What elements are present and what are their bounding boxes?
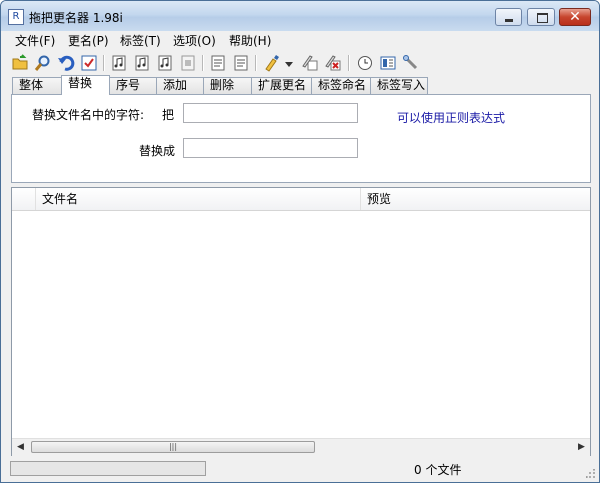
edit-icon[interactable] [301,54,319,72]
close-icon: ✕ [569,9,581,25]
app-window: R 拖把更名器 1.98i ✕ 文件(F) 更名(P) 标签(T) 选项(O) … [0,0,600,483]
search-icon[interactable] [34,54,52,72]
scroll-left-icon[interactable]: ◀ [12,439,29,456]
tab-add[interactable]: 添加 [156,77,204,94]
open-folder-icon[interactable] [11,54,29,72]
column-header-filename[interactable]: 文件名 [36,188,361,210]
menu-tags[interactable]: 标签(T) [120,33,161,49]
maximize-button[interactable] [527,8,555,26]
regex-hint: 可以使用正则表达式 [397,111,506,125]
tab-extended-rename[interactable]: 扩展更名 [251,77,312,94]
replace-panel: 替换文件名中的字符: 把 可以使用正则表达式 替换成 [11,94,591,183]
find-input[interactable] [183,103,358,123]
tab-strip: 整体 替换 序号 添加 删除 扩展更名 标签命名 标签写入 [1,75,599,95]
tab-tag-naming[interactable]: 标签命名 [311,77,371,94]
menu-bar: 文件(F) 更名(P) 标签(T) 选项(O) 帮助(H) [1,31,599,51]
file-list[interactable]: 文件名 预览 ◀ ||| ▶ [11,187,591,456]
window-title: 拖把更名器 1.98i [29,11,123,25]
find-label: 替换文件名中的字符: [32,108,145,122]
music-tag-2-icon[interactable] [133,54,151,72]
minimize-icon [505,19,513,22]
menu-file[interactable]: 文件(F) [15,33,55,49]
toolbar-separator [348,55,350,71]
replace-input[interactable] [183,138,358,158]
tab-overall[interactable]: 整体 [12,77,62,94]
dropdown-arrow-icon[interactable] [284,54,294,72]
toolbar-separator [202,55,204,71]
scroll-thumb[interactable]: ||| [31,441,315,453]
column-header-index[interactable] [12,188,36,210]
resize-grip-icon[interactable] [586,469,596,479]
toolbar [1,51,599,75]
column-header-preview[interactable]: 预览 [361,188,590,210]
text-file-icon[interactable] [209,54,227,72]
close-button[interactable]: ✕ [559,8,591,26]
tools-icon[interactable] [402,54,420,72]
doc-tag-icon[interactable] [179,54,197,72]
toolbar-separator [255,55,257,71]
maximize-icon [537,13,548,23]
find-prefix-label: 把 [162,108,175,122]
undo-icon[interactable] [57,54,75,72]
menu-help[interactable]: 帮助(H) [229,33,271,49]
panel-icon[interactable] [379,54,397,72]
music-tag-3-icon[interactable] [156,54,174,72]
file-count: 0 个文件 [414,463,462,477]
toolbar-separator [103,55,105,71]
minimize-button[interactable] [495,8,522,26]
scroll-right-icon[interactable]: ▶ [573,439,590,456]
tab-replace[interactable]: 替换 [61,75,110,95]
tab-sequence[interactable]: 序号 [109,77,157,94]
menu-rename[interactable]: 更名(P) [68,33,109,49]
status-bar: 0 个文件 [1,458,599,482]
menu-options[interactable]: 选项(O) [173,33,216,49]
music-tag-icon[interactable] [110,54,128,72]
tab-delete[interactable]: 删除 [203,77,252,94]
paint-brush-icon[interactable] [263,54,281,72]
progress-bar [10,461,206,476]
apply-icon[interactable] [80,54,98,72]
app-logo-icon: R [8,9,24,25]
delete-icon[interactable] [324,54,342,72]
text-file-2-icon[interactable] [232,54,250,72]
horizontal-scrollbar[interactable]: ◀ ||| ▶ [12,438,590,456]
tab-tag-writing[interactable]: 标签写入 [370,77,428,94]
title-bar[interactable]: R 拖把更名器 1.98i ✕ [1,1,599,31]
clock-icon[interactable] [356,54,374,72]
list-header: 文件名 预览 [12,188,590,211]
replace-label: 替换成 [139,144,176,158]
